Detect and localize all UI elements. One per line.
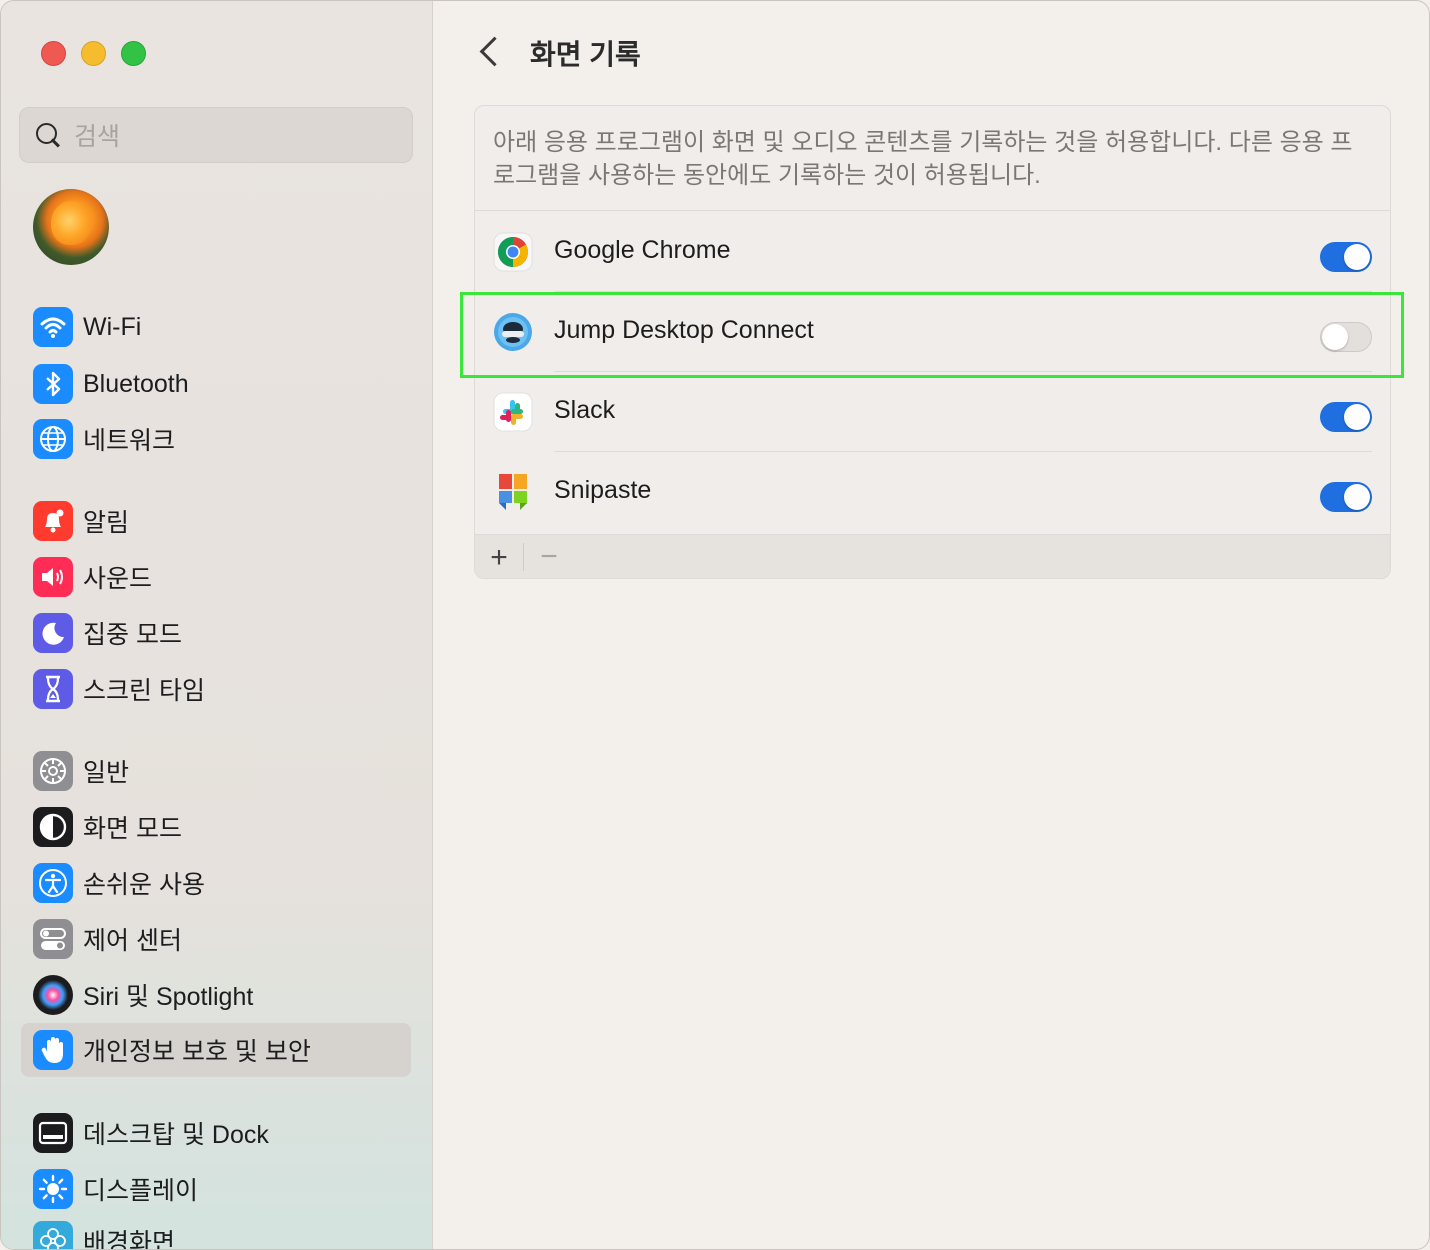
sidebar-item-wifi[interactable]: Wi-Fi xyxy=(21,300,411,354)
sidebar-item-label: 알림 xyxy=(83,509,130,537)
bluetooth-icon xyxy=(33,364,73,404)
sidebar-item-desktop-dock[interactable]: 데스크탑 및 Dock xyxy=(21,1106,411,1160)
globe-icon xyxy=(33,419,73,459)
sidebar-item-control-center[interactable]: 제어 센터 xyxy=(21,912,411,966)
sidebar-item-label: Siri 및 Spotlight xyxy=(83,983,254,1011)
sidebar-item-label: 개인정보 보호 및 보안 xyxy=(83,1038,311,1066)
remove-app-button[interactable]: − xyxy=(537,540,561,574)
app-row-snipaste: Snipaste xyxy=(475,452,1390,532)
hand-icon xyxy=(33,1030,73,1070)
sidebar-item-accessibility[interactable]: 손쉬운 사용 xyxy=(21,856,411,910)
main-pane: 화면 기록 아래 응용 프로그램이 화면 및 오디오 콘텐츠를 기록하는 것을 … xyxy=(434,1,1429,1249)
sidebar-item-label: 데스크탑 및 Dock xyxy=(83,1121,269,1149)
sidebar-item-focus[interactable]: 집중 모드 xyxy=(21,606,411,660)
search-input[interactable]: 검색 xyxy=(19,107,413,163)
appearance-icon xyxy=(33,807,73,847)
wifi-icon xyxy=(33,307,73,347)
app-row-jump-desktop-connect: Jump Desktop Connect xyxy=(475,292,1390,372)
chrome-toggle[interactable] xyxy=(1320,242,1372,272)
snipaste-toggle[interactable] xyxy=(1320,482,1372,512)
app-name: Google Chrome xyxy=(554,236,731,264)
sidebar-item-notifications[interactable]: 알림 xyxy=(21,494,411,548)
close-button[interactable] xyxy=(41,41,66,66)
sidebar-item-label: 손쉬운 사용 xyxy=(83,871,205,899)
sidebar-item-privacy-security[interactable]: 개인정보 보호 및 보안 xyxy=(21,1023,411,1077)
sidebar-item-displays[interactable]: 디스플레이 xyxy=(21,1162,411,1216)
permission-description: 아래 응용 프로그램이 화면 및 오디오 콘텐츠를 기록하는 것을 허용합니다.… xyxy=(493,129,1353,189)
sun-icon xyxy=(33,1169,73,1209)
sidebar-item-label: 제어 센터 xyxy=(83,927,182,955)
moon-icon xyxy=(33,613,73,653)
divider xyxy=(523,543,524,571)
slack-toggle[interactable] xyxy=(1320,402,1372,432)
back-button[interactable] xyxy=(474,35,504,69)
search-icon xyxy=(34,121,62,149)
accessibility-icon xyxy=(33,863,73,903)
sidebar-item-label: 화면 모드 xyxy=(83,815,182,843)
sidebar-item-label: 배경화면 xyxy=(83,1229,176,1250)
sidebar-item-label: 사운드 xyxy=(83,565,153,593)
dock-icon xyxy=(33,1113,73,1153)
bell-icon xyxy=(33,501,73,541)
add-app-button[interactable]: + xyxy=(487,541,511,575)
app-name: Slack xyxy=(554,396,616,424)
sidebar-item-label: 네트워크 xyxy=(83,427,176,455)
page-title: 화면 기록 xyxy=(530,39,641,70)
sidebar: 검색 Wi-Fi Bluetooth 네트워크 알림 사운드 집중 모드 스크린… xyxy=(1,1,433,1250)
minimize-button[interactable] xyxy=(81,41,106,66)
window-controls xyxy=(41,41,146,66)
app-list-card: 아래 응용 프로그램이 화면 및 오디오 콘텐츠를 기록하는 것을 허용합니다.… xyxy=(474,105,1391,579)
settings-window: 검색 Wi-Fi Bluetooth 네트워크 알림 사운드 집중 모드 스크린… xyxy=(0,0,1430,1250)
sidebar-item-label: 일반 xyxy=(83,759,130,787)
switches-icon xyxy=(33,919,73,959)
sidebar-item-label: 집중 모드 xyxy=(83,621,182,649)
list-footer: + − xyxy=(475,534,1390,578)
sidebar-item-wallpaper[interactable]: 배경화면 xyxy=(21,1214,411,1250)
sidebar-item-general[interactable]: 일반 xyxy=(21,744,411,798)
flower-icon xyxy=(33,1221,73,1249)
sidebar-item-siri[interactable]: Siri 및 Spotlight xyxy=(21,968,411,1022)
app-row-slack: Slack xyxy=(475,372,1390,452)
sidebar-item-label: Wi-Fi xyxy=(83,312,142,341)
search-placeholder: 검색 xyxy=(74,123,121,151)
app-name: Jump Desktop Connect xyxy=(554,316,814,344)
sidebar-item-label: Bluetooth xyxy=(83,369,189,398)
slack-icon xyxy=(493,392,533,432)
chrome-icon xyxy=(493,232,533,272)
avatar[interactable] xyxy=(33,189,109,265)
zoom-button[interactable] xyxy=(121,41,146,66)
sidebar-item-sound[interactable]: 사운드 xyxy=(21,550,411,604)
sidebar-item-bluetooth[interactable]: Bluetooth xyxy=(21,357,411,411)
sidebar-item-label: 디스플레이 xyxy=(83,1177,199,1205)
gear-icon xyxy=(33,751,73,791)
app-name: Snipaste xyxy=(554,476,652,504)
divider xyxy=(475,210,1390,211)
sidebar-item-network[interactable]: 네트워크 xyxy=(21,412,411,466)
speaker-icon xyxy=(33,557,73,597)
hourglass-icon xyxy=(33,669,73,709)
sidebar-item-appearance[interactable]: 화면 모드 xyxy=(21,800,411,854)
siri-icon xyxy=(33,975,73,1015)
jump-desktop-toggle[interactable] xyxy=(1320,322,1372,352)
app-row-google-chrome: Google Chrome xyxy=(475,212,1390,292)
sidebar-item-screen-time[interactable]: 스크린 타임 xyxy=(21,662,411,716)
snipaste-icon xyxy=(493,472,533,512)
jump-desktop-icon xyxy=(493,312,533,352)
sidebar-item-label: 스크린 타임 xyxy=(83,677,205,705)
